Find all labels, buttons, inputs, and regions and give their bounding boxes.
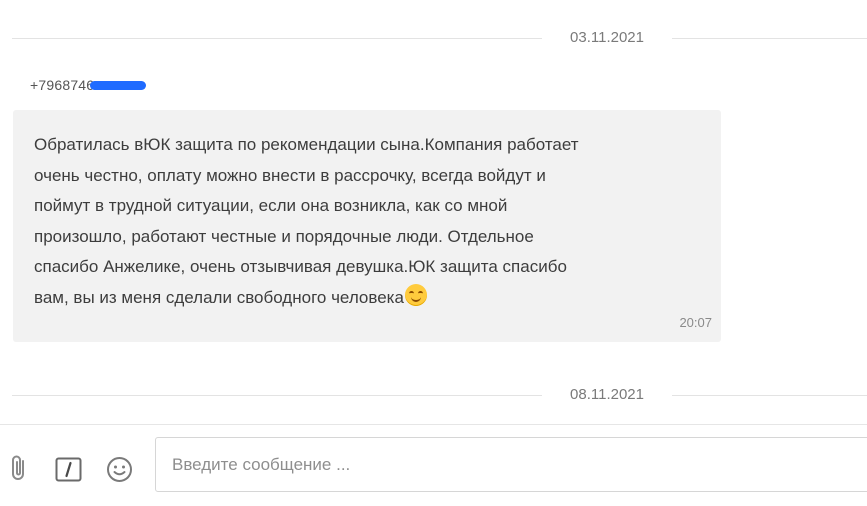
message-line: спасибо Анжелике, очень отзывчивая девуш… <box>34 257 567 276</box>
message-sender: +7968746 <box>30 77 147 93</box>
divider-line <box>672 38 867 39</box>
divider-line <box>672 395 867 396</box>
date-label: 03.11.2021 <box>570 29 644 46</box>
message-line-last: вам, вы из меня сделали свободного челов… <box>34 283 704 314</box>
divider-line <box>12 395 542 396</box>
divider-line <box>12 38 542 39</box>
message-input[interactable] <box>155 437 867 492</box>
message-line: поймут в трудной ситуации, если она возн… <box>34 196 508 215</box>
message-text: Обратилась вЮК защита по рекомендации сы… <box>34 130 704 313</box>
date-divider-2: 08.11.2021 <box>0 385 867 405</box>
message-composer <box>0 424 867 506</box>
message-bubble: Обратилась вЮК защита по рекомендации сы… <box>13 110 721 342</box>
smiling-face-emoji-icon <box>404 283 427 306</box>
date-label: 08.11.2021 <box>570 386 644 403</box>
date-divider-1: 03.11.2021 <box>0 28 867 48</box>
message-line: произошло, работают честные и порядочные… <box>34 226 534 246</box>
smiley-icon[interactable] <box>106 456 133 483</box>
message-line: очень честно, оплату можно внести в расс… <box>34 165 546 185</box>
message-line: Обратилась вЮК защита по рекомендации сы… <box>34 135 579 154</box>
paperclip-icon[interactable] <box>7 453 31 483</box>
command-slash-icon[interactable] <box>55 457 82 482</box>
message-time: 20:07 <box>679 315 712 330</box>
sender-phone: +7968746 <box>30 77 95 93</box>
redaction-mark <box>90 80 147 90</box>
message-line: вам, вы из меня сделали свободного челов… <box>34 287 404 307</box>
